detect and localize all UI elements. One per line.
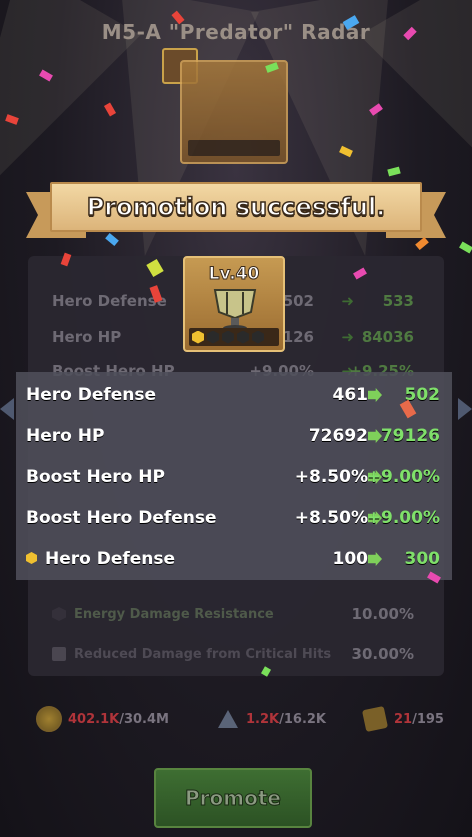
extra-attribute-row: Reduced Damage from Critical Hits 30.00% bbox=[52, 642, 422, 666]
stat-label: Hero Defense bbox=[52, 292, 167, 310]
stat-old: 461 bbox=[332, 385, 369, 405]
stat-label-text: Hero Defense bbox=[45, 549, 176, 569]
hex-icon bbox=[52, 607, 66, 621]
promote-button[interactable]: Promote bbox=[154, 768, 312, 828]
level-label: Lv.40 bbox=[208, 264, 260, 285]
stat-new: 79126 bbox=[380, 426, 440, 446]
slot-empty-icon bbox=[237, 330, 249, 344]
stat-label: Hero HP bbox=[52, 328, 122, 346]
coin-need: /30.4M bbox=[119, 711, 169, 727]
promotion-banner: Promotion successful. bbox=[26, 182, 446, 238]
stat-new: +9.00% bbox=[366, 467, 440, 487]
slot-empty-icon bbox=[252, 330, 264, 344]
stat-old: +8.50% bbox=[294, 467, 368, 487]
stat-old: 126 bbox=[282, 328, 314, 346]
stat-new: +9.00% bbox=[366, 508, 440, 528]
stat-label: Hero Defense bbox=[26, 549, 175, 569]
slot-filled-icon bbox=[192, 330, 204, 344]
attribute-label: Energy Damage Resistance bbox=[74, 606, 274, 622]
arrow-icon: ➜ bbox=[341, 292, 354, 310]
attribute-label: Reduced Damage from Critical Hits bbox=[74, 646, 332, 662]
item-card: Lv.40 bbox=[183, 256, 285, 352]
stat-label: Boost Hero HP bbox=[26, 467, 165, 487]
stat-row: Boost Hero HP +8.50% +9.00% bbox=[26, 464, 440, 490]
stat-old: +8.50% bbox=[294, 508, 368, 528]
stat-new: 84036 bbox=[361, 328, 414, 346]
scroll-have: 21 bbox=[394, 711, 413, 727]
stat-old: 502 bbox=[282, 292, 314, 310]
coin-have: 402.1K bbox=[68, 711, 120, 727]
radar-shield-icon bbox=[213, 289, 257, 331]
coin-resource: 402.1K/30.4M bbox=[36, 706, 169, 732]
stat-label: Hero HP bbox=[26, 426, 105, 446]
crystal-resource: 1.2K/16.2K bbox=[218, 710, 326, 728]
stat-new: 533 bbox=[382, 292, 414, 310]
stat-old: 100 bbox=[332, 549, 369, 569]
upgrade-slots bbox=[189, 328, 279, 346]
promotion-stats-overlay: Hero Defense 461 502 Hero HP 72692 79126… bbox=[16, 372, 452, 580]
arrow-icon: ➜ bbox=[341, 328, 354, 346]
arrow-icon bbox=[368, 552, 382, 566]
crystal-need: /16.2K bbox=[279, 711, 327, 727]
stat-old: 72692 bbox=[308, 426, 368, 446]
crystal-have: 1.2K bbox=[246, 711, 280, 727]
coin-icon bbox=[36, 706, 62, 732]
attribute-value: 30.00% bbox=[351, 645, 414, 663]
scroll-resource: 21/195 bbox=[361, 705, 444, 733]
stat-row: Hero Defense 461 502 bbox=[26, 382, 440, 408]
item-card-background bbox=[180, 60, 288, 164]
slot-empty-icon bbox=[222, 330, 234, 344]
attribute-value: 10.00% bbox=[351, 605, 414, 623]
scroll-icon bbox=[361, 705, 389, 733]
slot-empty-icon bbox=[207, 330, 219, 344]
item-title: M5-A "Predator" Radar bbox=[101, 20, 371, 44]
stat-row: Hero HP 72692 79126 bbox=[26, 423, 440, 449]
resource-bar: 402.1K/30.4M 1.2K/16.2K 21/195 bbox=[36, 705, 448, 733]
scroll-need: /195 bbox=[412, 711, 444, 727]
banner-text: Promotion successful. bbox=[86, 192, 386, 222]
stat-label: Hero Defense bbox=[26, 385, 157, 405]
arrow-icon bbox=[368, 388, 382, 402]
lock-icon bbox=[52, 647, 66, 661]
crystal-icon bbox=[218, 710, 238, 728]
stat-row: Hero Defense 100 300 bbox=[26, 546, 440, 572]
extra-attribute-row: Energy Damage Resistance 10.00% bbox=[52, 602, 422, 626]
stat-row: Boost Hero Defense +8.50% +9.00% bbox=[26, 505, 440, 531]
stat-label: Boost Hero Defense bbox=[26, 508, 217, 528]
gold-hex-icon bbox=[26, 552, 37, 564]
stat-new: 300 bbox=[404, 549, 441, 569]
